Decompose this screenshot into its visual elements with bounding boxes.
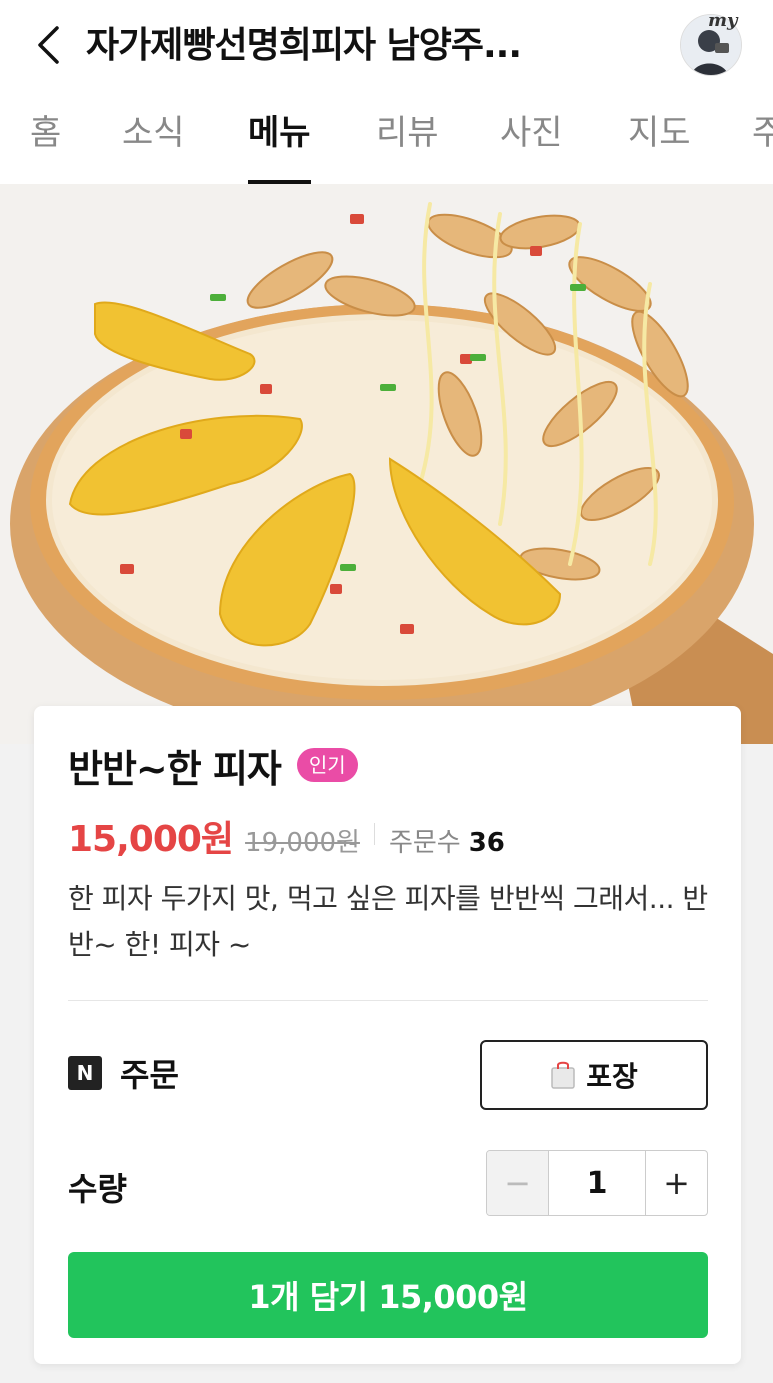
- original-price: 19,000원: [245, 828, 360, 858]
- order-label: 주문: [120, 1056, 179, 1094]
- price-row: 15,000원 19,000원 주문수 36: [68, 810, 505, 860]
- tab-reviews[interactable]: 리뷰: [376, 110, 439, 184]
- order-count-label: 주문수: [388, 828, 461, 858]
- avatar-label: my: [708, 10, 738, 31]
- quantity-value: 1: [586, 1165, 608, 1201]
- section-divider: [68, 1000, 708, 1001]
- back-button[interactable]: [28, 22, 68, 68]
- quantity-label: 수량: [68, 1170, 127, 1208]
- product-image: [0, 184, 773, 744]
- shopping-bag-icon: [551, 1061, 575, 1089]
- increment-button[interactable]: +: [645, 1151, 707, 1215]
- tab-photos[interactable]: 사진: [500, 110, 563, 184]
- tab-map[interactable]: 지도: [628, 110, 691, 184]
- takeout-button[interactable]: 포장: [480, 1040, 708, 1110]
- product-name-row: 반반~한 피자 인기: [68, 740, 358, 791]
- popular-badge: 인기: [296, 748, 358, 782]
- sale-price: 15,000원: [68, 819, 234, 860]
- tab-home[interactable]: 홈: [30, 110, 61, 184]
- tab-menu[interactable]: 메뉴: [248, 110, 311, 184]
- tab-menu-label: 메뉴: [248, 113, 311, 153]
- quantity-stepper: − 1 +: [486, 1150, 708, 1216]
- takeout-label: 포장: [586, 1060, 638, 1093]
- pizza-image-icon: [0, 184, 773, 744]
- naver-logo-icon: N: [68, 1056, 102, 1090]
- chevron-left-icon: [38, 26, 59, 64]
- top-bar: 자가제빵선명희피자 남양주... my: [0, 0, 773, 92]
- product-name: 반반~한 피자: [68, 746, 282, 791]
- tab-bar: 홈 소식 메뉴 리뷰 사진 지도 주: [0, 92, 773, 184]
- product-card: 반반~한 피자 인기 15,000원 19,000원 주문수 36 한 피자 두…: [34, 706, 741, 1364]
- tab-news[interactable]: 소식: [122, 110, 185, 184]
- order-count: 36: [468, 828, 505, 858]
- add-to-cart-button[interactable]: 1개 담기 15,000원: [68, 1252, 708, 1338]
- tab-more[interactable]: 주: [752, 110, 773, 184]
- decrement-button[interactable]: −: [487, 1151, 549, 1215]
- product-description: 한 피자 두가지 맛, 먹고 싶은 피자를 반반씩 그래서... 반반~ 한! …: [68, 882, 708, 961]
- page-title: 자가제빵선명희피자 남양주...: [86, 25, 522, 66]
- order-row: N 주문: [68, 1052, 179, 1094]
- price-divider: [373, 823, 375, 845]
